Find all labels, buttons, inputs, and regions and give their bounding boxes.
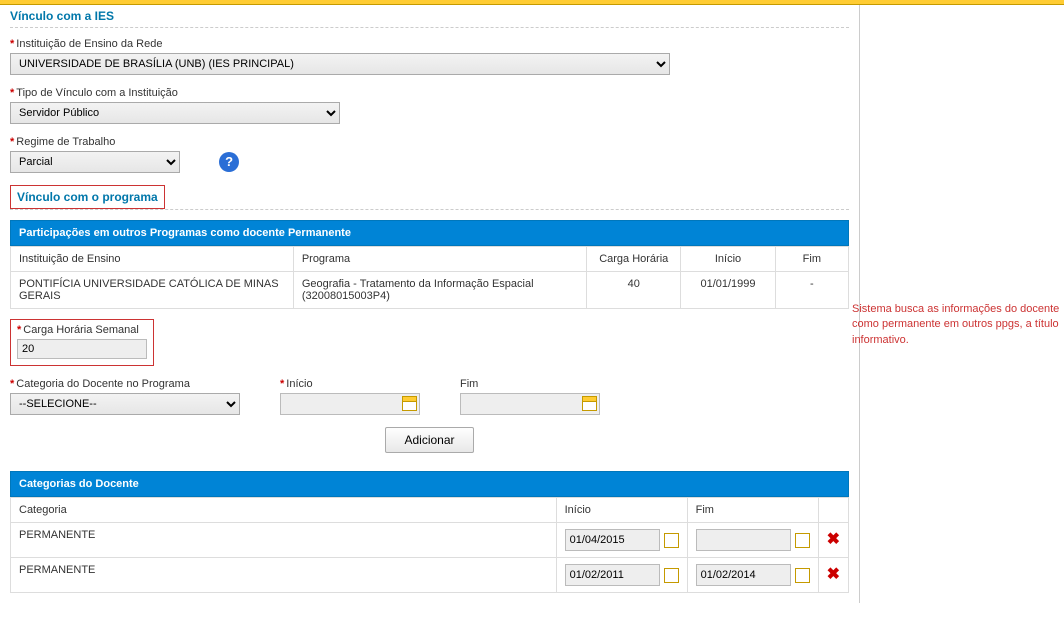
th-cat-fim: Fim xyxy=(687,498,818,523)
label-categoria: Categoria do Docente no Programa xyxy=(16,378,190,390)
table-row: PERMANENTE ✖ xyxy=(11,523,849,558)
th-fim: Fim xyxy=(775,247,848,272)
categorias-table: Categoria Início Fim PERMANENTE ✖ PERMAN… xyxy=(10,497,849,593)
label-carga-semanal: Carga Horária Semanal xyxy=(23,324,139,336)
section-vinculo-ies: Vínculo com a IES xyxy=(10,5,849,28)
input-fim[interactable] xyxy=(460,393,600,415)
calendar-icon[interactable] xyxy=(664,568,679,583)
carga-semanal-group: *Carga Horária Semanal xyxy=(10,319,154,366)
cell-categoria: PERMANENTE xyxy=(11,523,557,558)
label-fim: Fim xyxy=(460,378,478,390)
annotation-text: Sistema busca as informações do docente … xyxy=(852,302,1062,348)
categorias-header: Categorias do Docente xyxy=(10,471,849,497)
participacoes-header: Participações em outros Programas como d… xyxy=(10,220,849,246)
cell-carga: 40 xyxy=(587,272,681,309)
input-cat-fim[interactable] xyxy=(696,529,791,551)
help-icon[interactable]: ? xyxy=(219,152,239,172)
th-actions xyxy=(818,498,848,523)
cell-instituicao: PONTIFÍCIA UNIVERSIDADE CATÓLICA DE MINA… xyxy=(11,272,294,309)
calendar-icon[interactable] xyxy=(664,533,679,548)
input-carga-semanal[interactable] xyxy=(17,339,147,359)
adicionar-button[interactable]: Adicionar xyxy=(385,427,473,453)
cell-programa: Geografia - Tratamento da Informação Esp… xyxy=(293,272,586,309)
select-tipo-vinculo[interactable]: Servidor Público xyxy=(10,102,340,124)
input-cat-fim[interactable] xyxy=(696,564,791,586)
label-regime: *Regime de Trabalho xyxy=(10,136,849,148)
select-instituicao[interactable]: UNIVERSIDADE DE BRASÍLIA (UNB) (IES PRIN… xyxy=(10,53,670,75)
input-cat-inicio[interactable] xyxy=(565,564,660,586)
label-tipo-vinculo: *Tipo de Vínculo com a Instituição xyxy=(10,87,849,99)
delete-icon[interactable]: ✖ xyxy=(818,523,848,558)
delete-icon[interactable]: ✖ xyxy=(818,558,848,593)
calendar-icon[interactable] xyxy=(795,533,810,548)
th-instituicao: Instituição de Ensino xyxy=(11,247,294,272)
th-carga: Carga Horária xyxy=(587,247,681,272)
select-regime[interactable]: Parcial xyxy=(10,151,180,173)
participacoes-table: Instituição de Ensino Programa Carga Hor… xyxy=(10,246,849,309)
calendar-icon[interactable] xyxy=(582,396,597,411)
table-row: PERMANENTE ✖ xyxy=(11,558,849,593)
input-cat-inicio[interactable] xyxy=(565,529,660,551)
th-categoria: Categoria xyxy=(11,498,557,523)
table-row: PONTIFÍCIA UNIVERSIDADE CATÓLICA DE MINA… xyxy=(11,272,849,309)
label-inicio: Início xyxy=(286,378,312,390)
label-instituicao: *Instituição de Ensino da Rede xyxy=(10,38,849,50)
th-cat-inicio: Início xyxy=(556,498,687,523)
calendar-icon[interactable] xyxy=(402,396,417,411)
th-inicio: Início xyxy=(681,247,775,272)
cell-categoria: PERMANENTE xyxy=(11,558,557,593)
calendar-icon[interactable] xyxy=(795,568,810,583)
section-vinculo-programa: Vínculo com o programa xyxy=(10,185,165,209)
cell-fim: - xyxy=(775,272,848,309)
select-categoria[interactable]: --SELECIONE-- xyxy=(10,393,240,415)
input-inicio[interactable] xyxy=(280,393,420,415)
th-programa: Programa xyxy=(293,247,586,272)
cell-inicio: 01/01/1999 xyxy=(681,272,775,309)
